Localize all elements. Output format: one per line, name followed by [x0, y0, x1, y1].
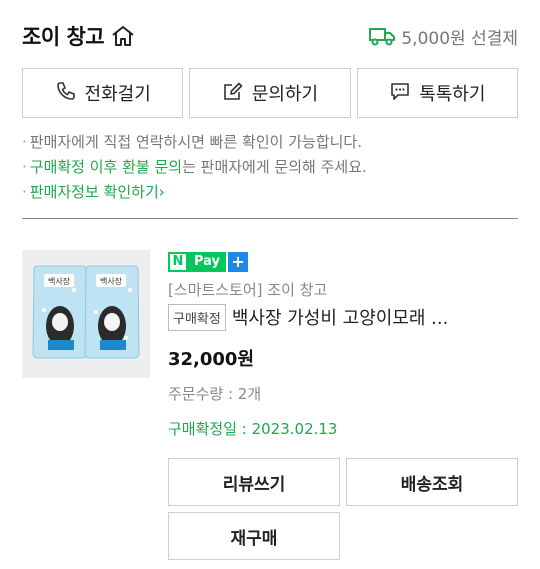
npay-plus-badge: N Pay + [168, 251, 249, 274]
call-button[interactable]: 전화걸기 [22, 68, 184, 118]
track-delivery-button[interactable]: 배송조회 [346, 458, 518, 506]
seller-name: [스마트스토어] 조이 창고 [168, 280, 328, 299]
status-badge: 구매확정 [168, 303, 226, 331]
plus-icon: + [228, 251, 249, 272]
note-line-3: · 판매자정보 확인하기› [22, 183, 165, 201]
contact-notes: · 판매자에게 직접 연락하시면 빠른 확인이 가능합니다. · 구매확정 이후 환… [22, 130, 518, 205]
npay-n-logo: N [168, 251, 188, 272]
chevron-right-icon: › [158, 183, 165, 201]
store-name[interactable]: 조이 창고 [22, 21, 105, 51]
product-image[interactable]: 백사장 백사장 [22, 250, 150, 378]
inquiry-label: 문의하기 [251, 84, 319, 105]
product-info: N Pay + [스마트스토어] 조이 창고 구매확정 백사장 가성비 고양이모… [168, 250, 518, 439]
inquiry-button[interactable]: 문의하기 [189, 68, 351, 118]
chat-icon [389, 80, 411, 107]
npay-label: Pay [188, 251, 227, 272]
write-review-button[interactable]: 리뷰쓰기 [168, 458, 340, 506]
talk-label: 톡톡하기 [419, 84, 486, 105]
svg-text:백사장: 백사장 [48, 276, 71, 286]
product-price: 32,000원 [168, 348, 255, 370]
call-label: 전화걸기 [84, 84, 151, 105]
phone-icon [55, 80, 77, 107]
seller-info-link[interactable]: 판매자정보 확인하기› [30, 183, 165, 201]
note-line-1: · 판매자에게 직접 연락하시면 빠른 확인이 가능합니다. [22, 133, 362, 151]
truck-icon [369, 26, 396, 46]
svg-text:백사장: 백사장 [100, 276, 123, 286]
purchase-confirm-date: 구매확정일 : 2023.02.13 [168, 419, 338, 438]
section-divider [22, 218, 518, 219]
refund-inquiry-highlight: 구매확정 이후 환불 문의 [29, 158, 183, 176]
edit-icon [222, 80, 244, 107]
note-line-2: · 구매확정 이후 환불 문의는 판매자에게 문의해 주세요. [22, 158, 367, 176]
product-title[interactable]: 백사장 가성비 고양이모래 ... [232, 304, 502, 330]
talk-button[interactable]: 톡톡하기 [356, 68, 518, 118]
product-title-row[interactable]: 구매확정 백사장 가성비 고양이모래 ... [168, 303, 518, 331]
home-icon[interactable] [110, 23, 136, 49]
reorder-button[interactable]: 재구매 [168, 512, 340, 560]
order-quantity: 주문수량 : 2개 [168, 384, 262, 403]
contact-buttons: 전화걸기 문의하기 톡톡하기 [22, 68, 518, 118]
shipping-fee: 5,000원 선결제 [369, 24, 518, 49]
shipping-fee-text: 5,000원 선결제 [401, 28, 518, 49]
store-header: 조이 창고 5,000원 선결제 [22, 16, 518, 56]
store-title-group[interactable]: 조이 창고 [22, 21, 136, 51]
